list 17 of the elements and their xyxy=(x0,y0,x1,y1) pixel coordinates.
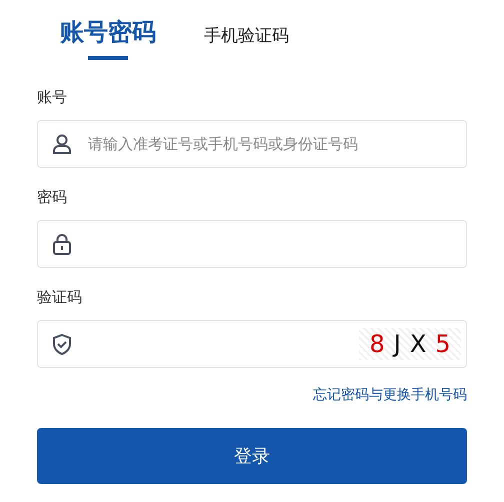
field-label: 密码 xyxy=(37,188,68,208)
field-label: 验证码 xyxy=(37,288,83,308)
captcha-char: X xyxy=(410,332,426,356)
user-icon xyxy=(51,133,73,155)
input-field[interactable] xyxy=(37,220,467,268)
input-field[interactable]: 请输入准考证号或手机号码或身份证号码 xyxy=(37,120,467,168)
forgot-password-link[interactable]: 忘记密码与更换手机号码 xyxy=(313,386,467,406)
captcha-image[interactable]: 8 J X 5 xyxy=(359,328,461,360)
lock-icon xyxy=(51,233,73,255)
shield-check-icon xyxy=(51,333,73,355)
captcha-char: 5 xyxy=(435,332,451,356)
captcha-char: 8 xyxy=(369,332,385,356)
field-label: 账号 xyxy=(37,88,68,108)
tab[interactable]: 账号密码 xyxy=(60,16,156,60)
captcha-char: J xyxy=(394,332,401,356)
tab[interactable]: 手机验证码 xyxy=(204,20,289,48)
login-button[interactable]: 登录 xyxy=(37,428,467,484)
